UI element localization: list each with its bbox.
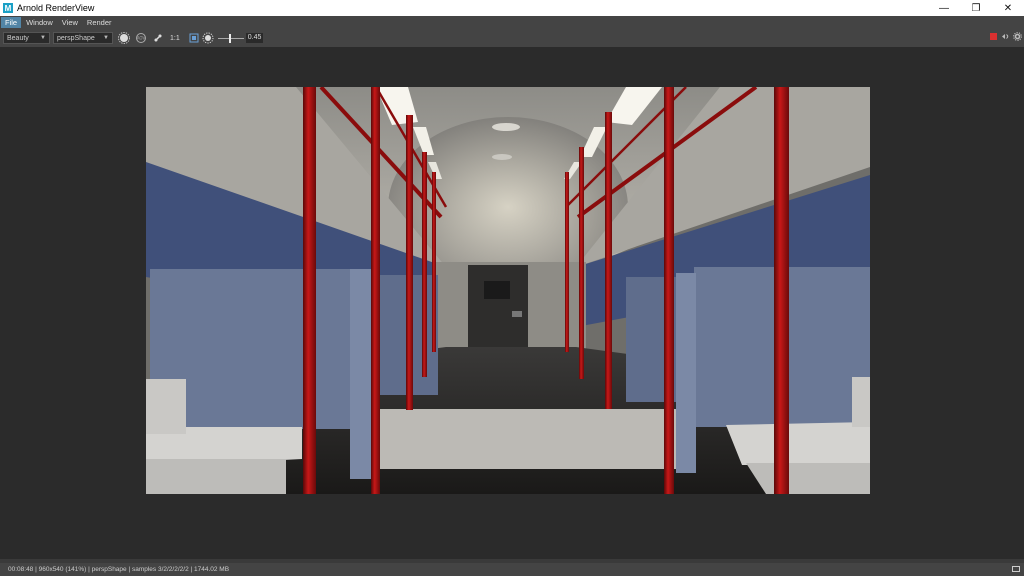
gear-icon[interactable] (1013, 32, 1022, 41)
isolate-icon[interactable] (152, 32, 164, 44)
aov-dropdown[interactable]: Beauty ▼ (3, 32, 50, 44)
camera-value: perspShape (57, 34, 95, 42)
menu-window[interactable]: Window (22, 17, 57, 28)
maximize-button[interactable]: ❐ (960, 0, 992, 16)
menu-file[interactable]: File (1, 17, 22, 28)
menu-render[interactable]: Render (83, 17, 116, 28)
close-button[interactable]: ✕ (992, 0, 1024, 16)
window-controls: — ❐ ✕ (928, 0, 1024, 16)
window-title: Arnold RenderView (17, 3, 95, 13)
subway-car-render (146, 87, 870, 494)
exposure-control: 0.45 (217, 33, 264, 43)
ratio-button[interactable]: 1:1 (170, 35, 180, 42)
crop-region-icon[interactable] (188, 32, 200, 44)
snapshot-icon[interactable] (1012, 566, 1020, 572)
render-viewport[interactable] (0, 47, 1024, 562)
exposure-value[interactable]: 0.45 (245, 33, 264, 43)
camera-dropdown[interactable]: perspShape ▼ (53, 32, 113, 44)
menu-bar: File Window View Render (0, 16, 1024, 29)
exposure-slider[interactable] (217, 33, 244, 43)
maya-logo-icon: M (3, 3, 13, 13)
render-image (146, 87, 870, 494)
svg-text:AOV: AOV (137, 36, 146, 41)
refresh-icon[interactable] (1001, 32, 1010, 41)
aov-value: Beauty (7, 34, 29, 42)
exposure-icon (202, 32, 214, 44)
toolbar: Beauty ▼ perspShape ▼ AOV 1:1 0.45 (0, 29, 1024, 47)
stop-render-button[interactable] (990, 33, 997, 40)
menu-view[interactable]: View (58, 17, 82, 28)
render-sphere-icon[interactable] (118, 32, 130, 44)
right-tools (990, 32, 1022, 41)
chevron-down-icon: ▼ (103, 35, 109, 41)
status-text: 00:08:48 | 960x540 (141%) | perspShape |… (8, 566, 230, 573)
exposure-slider-knob[interactable] (228, 33, 231, 43)
status-bar: 00:08:48 | 960x540 (141%) | perspShape |… (0, 563, 1024, 576)
title-bar: M Arnold RenderView — ❐ ✕ (0, 0, 1024, 16)
chevron-down-icon: ▼ (40, 35, 46, 41)
aov-compare-icon[interactable]: AOV (135, 32, 147, 44)
minimize-button[interactable]: — (928, 0, 960, 16)
